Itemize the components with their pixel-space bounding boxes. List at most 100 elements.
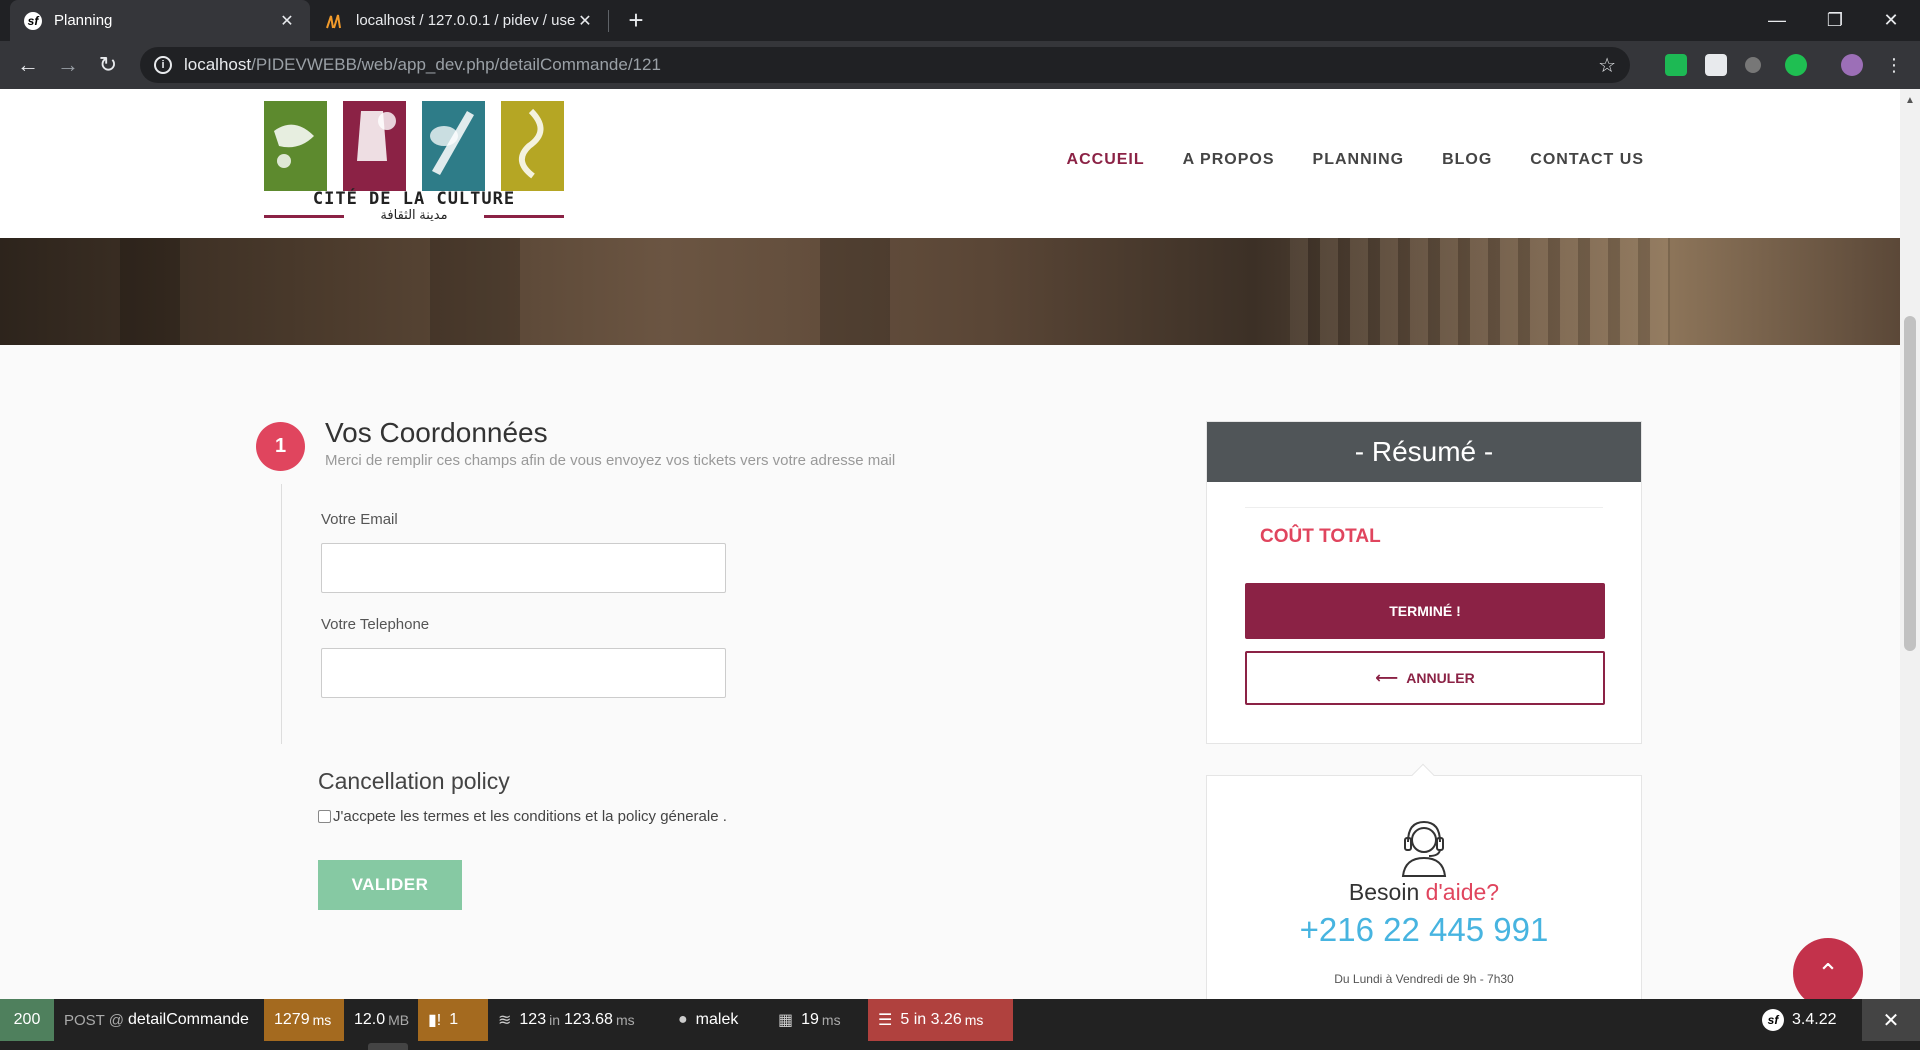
extension-icon[interactable] xyxy=(1745,57,1761,73)
close-toolbar-icon[interactable]: ✕ xyxy=(1862,999,1920,1041)
policy-checkbox[interactable] xyxy=(318,810,331,823)
help-panel: Besoin d'aide? +216 22 445 991 Du Lundi … xyxy=(1206,763,1642,1015)
db-unit: ms xyxy=(964,1012,984,1028)
bookmark-star-icon[interactable]: ☆ xyxy=(1598,53,1616,78)
email-field[interactable] xyxy=(321,543,726,593)
policy-title: Cancellation policy xyxy=(318,768,510,794)
close-tab-icon[interactable]: ✕ xyxy=(576,11,594,31)
hero-column-texture xyxy=(1290,238,1670,345)
menu-kebab-icon[interactable]: ⋮ xyxy=(1878,49,1910,81)
page-scrollbar[interactable]: ▲ xyxy=(1900,89,1920,1050)
memory-unit: MB xyxy=(388,1012,410,1028)
close-tab-icon[interactable]: ✕ xyxy=(278,11,296,31)
policy-checkbox-row: J'accpete les termes et les conditions e… xyxy=(318,808,727,825)
symfony-version[interactable]: sf 3.4.22 xyxy=(1752,999,1862,1041)
address-bar: ← → ↻ i localhost/PIDEVWEBB/web/app_dev.… xyxy=(0,41,1920,89)
step-number-badge: 1 xyxy=(256,422,305,471)
url-path: /PIDEVWEBB/web/app_dev.php/detailCommand… xyxy=(251,55,661,74)
logo-tile-theatre xyxy=(343,101,406,191)
logo-tile-music xyxy=(264,101,327,191)
hero-texture xyxy=(430,238,520,345)
nav-accueil[interactable]: ACCUEIL xyxy=(1067,151,1145,169)
site-info-icon[interactable]: i xyxy=(154,56,172,74)
layers-icon: ≋ xyxy=(498,1012,512,1029)
telephone-field[interactable] xyxy=(321,648,726,698)
valider-button[interactable]: VALIDER xyxy=(318,860,462,910)
tab-title: localhost / 127.0.0.1 / pidev / use xyxy=(356,12,576,29)
site-header: CITÉ DE LA CULTURE مدينة الثقافة ACCUEIL… xyxy=(0,89,1900,238)
db-value: 5 in 3.26 xyxy=(900,1011,962,1028)
back-arrow-icon[interactable]: ← xyxy=(12,49,44,81)
nav-blog[interactable]: BLOG xyxy=(1442,151,1492,169)
cache-count: 123 xyxy=(519,1011,547,1028)
pocket-extension-icon[interactable] xyxy=(1705,54,1727,76)
panel-notch xyxy=(1411,763,1435,787)
database-queries[interactable]: ☰ 5 in 3.26 ms xyxy=(868,999,1013,1041)
scrollbar-thumb[interactable] xyxy=(1904,316,1916,651)
logs-badge[interactable]: ▮! 1 xyxy=(418,999,488,1041)
cache-in: in xyxy=(549,1012,561,1028)
hero-texture xyxy=(120,238,180,345)
main-nav: ACCUEIL A PROPOS PLANNING BLOG CONTACT U… xyxy=(1067,151,1644,169)
summary-panel: - Résumé - COÛT TOTAL TERMINÉ ! ⟵ ANNULE… xyxy=(1206,421,1642,744)
logo-tile-painting xyxy=(422,101,485,191)
status-code-badge[interactable]: 200 xyxy=(0,999,54,1041)
warning-log-icon: ▮! xyxy=(428,1012,442,1029)
tab-title: Planning xyxy=(54,12,113,29)
new-tab-button[interactable]: + xyxy=(620,6,652,36)
forward-arrow-icon[interactable]: → xyxy=(52,49,84,81)
url-field[interactable]: i localhost/PIDEVWEBB/web/app_dev.php/de… xyxy=(140,47,1630,83)
summary-divider xyxy=(1245,507,1603,508)
template-icon: ▦ xyxy=(778,1012,794,1029)
tab-planning[interactable]: sf Planning ✕ xyxy=(10,0,310,41)
memory-usage[interactable]: 12.0 MB xyxy=(344,999,418,1041)
finish-button[interactable]: TERMINÉ ! xyxy=(1245,583,1605,639)
policy-checkbox-label[interactable]: J'accpete les termes et les conditions e… xyxy=(333,808,727,825)
telephone-label: Votre Telephone xyxy=(321,616,430,633)
time-value: 1279 xyxy=(274,1011,310,1028)
restore-button[interactable]: ❐ xyxy=(1806,0,1864,41)
summary-title: - Résumé - xyxy=(1207,422,1641,482)
minimize-button[interactable]: — xyxy=(1748,0,1806,41)
scroll-to-top-button[interactable]: ⌃ xyxy=(1793,938,1863,1008)
site-logo[interactable]: CITÉ DE LA CULTURE مدينة الثقافة xyxy=(264,101,564,225)
cache-calls[interactable]: ≋ 123 in 123.68 ms xyxy=(488,999,668,1041)
form-subtitle: Merci de remplir ces champs afin de vous… xyxy=(325,452,896,469)
url-host: localhost xyxy=(184,55,252,74)
version-text: 3.4.22 xyxy=(1792,1011,1837,1028)
tab-phpmyadmin[interactable]: localhost / 127.0.0.1 / pidev / use ✕ xyxy=(312,0,608,41)
security-user[interactable]: ● malek xyxy=(668,999,768,1041)
logo-wordmark: CITÉ DE LA CULTURE xyxy=(312,189,516,209)
request-route[interactable]: POST @ detailCommande xyxy=(54,999,264,1041)
database-icon: ☰ xyxy=(878,1012,893,1029)
user-icon: ● xyxy=(678,1011,688,1028)
logs-count: 1 xyxy=(449,1011,459,1028)
request-time[interactable]: 1279 ms xyxy=(264,999,344,1041)
scroll-up-icon[interactable]: ▲ xyxy=(1905,95,1915,106)
window-close-button[interactable]: ✕ xyxy=(1862,0,1920,41)
cache-time: 123.68 xyxy=(564,1011,613,1028)
nav-a-propos[interactable]: A PROPOS xyxy=(1183,151,1275,169)
cancel-button[interactable]: ⟵ ANNULER xyxy=(1245,651,1605,705)
extension-icon[interactable] xyxy=(1665,54,1687,76)
nav-planning[interactable]: PLANNING xyxy=(1313,151,1405,169)
help-hours: Du Lundi à Vendredi de 9h - 7h30 xyxy=(1334,972,1514,986)
toolbar-toggle-tab[interactable] xyxy=(368,1043,408,1050)
profiler-toolbar-edge xyxy=(0,1041,1920,1050)
help-heading: Besoin d'aide? xyxy=(1207,879,1641,906)
nav-contact-us[interactable]: CONTACT US xyxy=(1530,151,1644,169)
symfony-profiler-toolbar: 200 POST @ detailCommande 1279 ms 12.0 MB … xyxy=(0,999,1920,1041)
headset-support-icon xyxy=(1401,820,1447,877)
play-extension-icon[interactable] xyxy=(1785,54,1807,76)
hero-banner-image xyxy=(0,238,1900,345)
help-phone-number[interactable]: +216 22 445 991 xyxy=(1207,911,1641,949)
twig-unit: ms xyxy=(821,1012,841,1028)
time-unit: ms xyxy=(312,1012,332,1028)
reload-icon[interactable]: ↻ xyxy=(92,49,124,81)
twig-render-time[interactable]: ▦ 19 ms xyxy=(768,999,868,1041)
route-name: detailCommande xyxy=(127,1011,249,1028)
profile-avatar[interactable] xyxy=(1841,54,1863,76)
form-title: Vos Coordonnées xyxy=(325,417,548,448)
email-label: Votre Email xyxy=(321,511,398,528)
memory-value: 12.0 xyxy=(354,1011,386,1028)
